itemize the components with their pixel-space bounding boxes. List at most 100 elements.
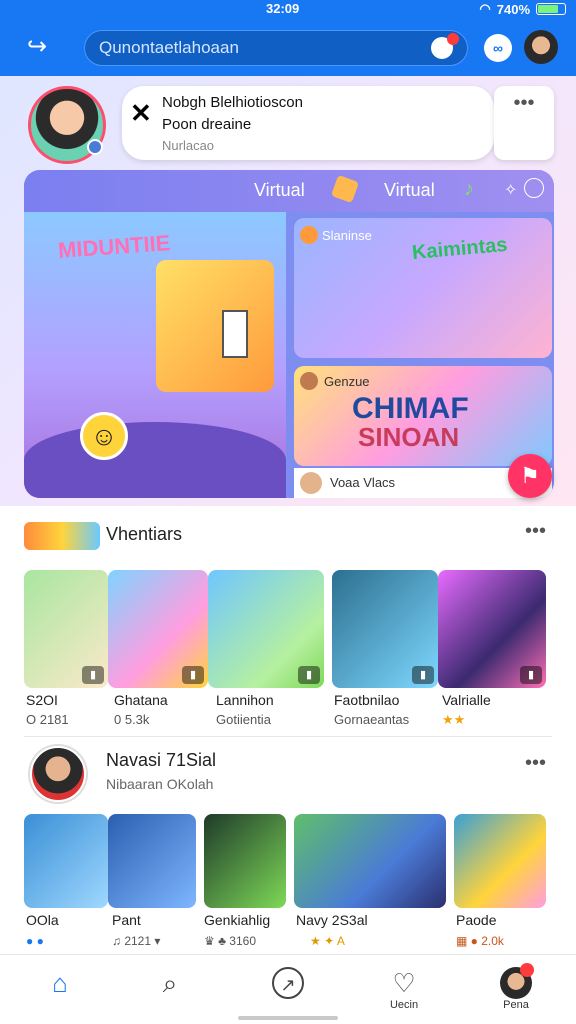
tile-3-sub: Gotiientia — [216, 712, 271, 727]
post-line-3: Nurlacao — [162, 138, 215, 153]
status-bar: 32:09 ◠ 740% — [0, 0, 576, 20]
section-1-emoji-icons — [24, 522, 100, 550]
video-tile-8[interactable] — [204, 814, 286, 908]
section-divider — [24, 736, 552, 737]
card-2-logo-sub: SINOAN — [358, 422, 460, 452]
nav-profile[interactable]: Pena — [476, 955, 556, 1024]
top-app-bar: ↪ Qunontaetlahoaan ∞ — [0, 20, 576, 76]
featured-card-2[interactable]: Genzue CHIMAF SINOAN — [294, 366, 552, 466]
hero-banner[interactable]: Virtual Virtual ♪ ✧ MIDUNTIIE ☺ Slaninse… — [24, 170, 554, 498]
tile-9-sub: ★ ✦ A — [310, 934, 345, 948]
nav-profile-label: Pena — [503, 999, 529, 1011]
share-icon[interactable]: ↪ — [22, 32, 52, 62]
tile-4-sub: Gornaeantas — [334, 712, 410, 727]
tile-10-sub: ▦ ● 2.0k — [456, 934, 504, 948]
tile-2-sub: 0 5.3k — [114, 712, 150, 727]
bottom-navigation: ⌂ ⌕ ↗ ♡ Uecin Pena — [0, 954, 576, 1024]
notification-badge[interactable] — [431, 33, 459, 59]
nav-home[interactable]: ⌂ — [20, 955, 100, 1024]
card-1-logo: Kaimintas — [411, 233, 509, 265]
cube-icon — [330, 174, 360, 204]
tile-5-sub: ★★ — [442, 712, 466, 727]
tile-1-label: S2OI — [26, 692, 58, 708]
hero-label-left: Virtual — [254, 180, 305, 200]
creator-more-button[interactable]: ••• — [525, 752, 546, 775]
hero-hill — [24, 422, 286, 498]
sparkle-icon: ✧ — [504, 182, 518, 199]
post-more-button[interactable]: ••• — [494, 86, 554, 160]
wifi-icon: ◠ — [479, 1, 491, 16]
video-icon: ▮ — [520, 666, 542, 684]
video-tile-6[interactable] — [24, 814, 108, 908]
tile-6-sub: ● ● — [26, 934, 44, 948]
search-input[interactable]: Qunontaetlahoaan — [84, 30, 468, 66]
channel-icon — [300, 226, 318, 244]
tile-2-label: Ghatana — [114, 692, 168, 708]
music-note-icon: ♪ — [464, 178, 474, 200]
creator-subtitle: Nibaaran OKolah — [106, 776, 214, 792]
section-1-header: Vhentiars ••• — [0, 514, 576, 554]
video-icon: ▮ — [412, 666, 434, 684]
hero-logo: MIDUNTIIE — [57, 230, 172, 263]
close-icon[interactable]: ✕ — [130, 98, 152, 129]
tile-7-label: Pant — [112, 912, 141, 928]
featured-card-1[interactable]: Slaninse Kaimintas — [294, 218, 552, 358]
compass-icon: ↗ — [272, 967, 304, 999]
creator-name[interactable]: Navasi 71Sial — [106, 750, 216, 771]
tile-8-label: Genkiahlig — [204, 912, 271, 928]
section-1-more-button[interactable]: ••• — [525, 520, 546, 543]
tile-7-sub: ♫ 2121 ▾ — [112, 934, 161, 948]
tile-10-label: Paode — [456, 912, 497, 928]
tile-6-label: OOla — [26, 912, 59, 928]
video-icon: ▮ — [298, 666, 320, 684]
nav-activity[interactable]: ♡ Uecin — [364, 955, 444, 1024]
video-icon: ▮ — [182, 666, 204, 684]
sign-board — [222, 310, 248, 358]
section-1-title: Vhentiars — [106, 524, 183, 544]
battery-icon — [536, 3, 566, 15]
nav-search[interactable]: ⌕ — [130, 955, 210, 1024]
search-icon: ⌕ — [162, 968, 178, 998]
hero-label-right: Virtual — [384, 180, 435, 200]
smile-emoji-icon: ☺ — [80, 412, 128, 460]
post-composer-card[interactable]: ✕ Nobgh Blelhiotioscon Poon dreaine Nurl… — [122, 86, 494, 160]
card-2-logo: CHIMAF — [352, 392, 469, 425]
tile-1-sub: O 2181 — [26, 712, 69, 727]
video-tile-4[interactable]: ▮ — [332, 570, 438, 688]
more-icon: ••• — [513, 92, 535, 114]
video-tile-9[interactable] — [294, 814, 446, 908]
hero-illustration: MIDUNTIIE ☺ — [24, 212, 286, 498]
video-tile-10[interactable] — [454, 814, 546, 908]
video-tile-7[interactable] — [108, 814, 196, 908]
flag-icon[interactable]: ⚑ — [508, 454, 552, 498]
messenger-icon[interactable]: ∞ — [484, 34, 512, 62]
home-icon: ⌂ — [52, 968, 68, 998]
card-2-caption-text: Voaa Vlacs — [330, 475, 396, 490]
video-tile-2[interactable]: ▮ — [108, 570, 208, 688]
user-story-avatar[interactable] — [28, 86, 106, 164]
tile-5-label: Valrialle — [442, 692, 491, 708]
profile-badge — [520, 963, 534, 977]
video-tile-1[interactable]: ▮ — [24, 570, 108, 688]
battery-label: 740% — [496, 1, 530, 17]
tile-3-label: Lannihon — [216, 692, 274, 708]
video-tile-3[interactable]: ▮ — [208, 570, 324, 688]
creator-avatar[interactable] — [30, 746, 86, 802]
emoji-icon[interactable] — [524, 178, 544, 198]
post-line-1: Nobgh Blelhiotioscon — [162, 94, 303, 111]
hero-photo — [156, 260, 274, 392]
video-tile-5[interactable]: ▮ — [438, 570, 546, 688]
card-1-title: Slaninse — [322, 228, 372, 243]
search-placeholder: Qunontaetlahoaan — [99, 38, 239, 57]
caption-avatar — [300, 472, 322, 494]
heart-chat-icon: ♡ — [392, 968, 416, 998]
video-icon: ▮ — [82, 666, 104, 684]
tile-4-label: Faotbnilao — [334, 692, 400, 708]
profile-avatar[interactable] — [524, 30, 558, 64]
status-time: 32:09 — [266, 1, 300, 16]
online-dot — [87, 139, 103, 155]
nav-explore[interactable]: ↗ — [248, 955, 328, 1024]
post-line-2: Poon dreaine — [162, 116, 252, 133]
card-2-title: Genzue — [324, 374, 370, 389]
home-indicator — [238, 1016, 338, 1020]
